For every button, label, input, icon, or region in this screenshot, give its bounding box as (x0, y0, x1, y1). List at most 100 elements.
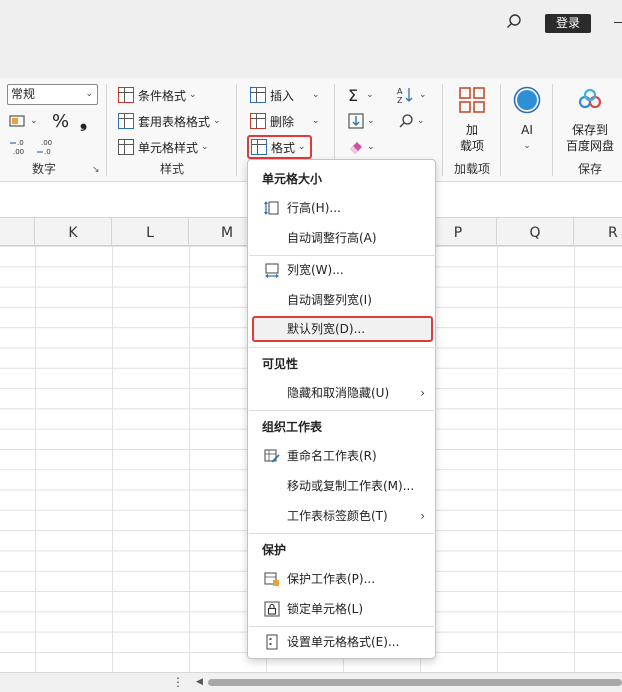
cell-styles-icon (118, 139, 134, 155)
number-format-select[interactable]: 常规 ⌄ (7, 84, 98, 105)
column-width-item[interactable]: 列宽(W)... (252, 257, 433, 283)
format-icon (251, 139, 267, 155)
autofit-column-width-item[interactable]: 自动调整列宽(I) (252, 287, 433, 313)
hide-unhide-item[interactable]: 隐藏和取消隐藏(U) › (252, 380, 433, 406)
lock-icon (264, 601, 280, 617)
tab-color-label: 工作表标签颜色(T) (287, 509, 388, 523)
svg-text:.00: .00 (41, 139, 52, 147)
horizontal-scrollbar[interactable] (208, 679, 622, 686)
chevron-down-icon: ⌄ (312, 90, 320, 100)
rename-sheet-icon (264, 449, 280, 463)
chevron-down-icon: ⌄ (367, 116, 375, 126)
save-to-baidu-button[interactable]: 保存到 百度网盘 (562, 86, 618, 154)
comma-button[interactable]: ❟ (80, 110, 87, 132)
addins-label-line1: 加 (465, 123, 478, 137)
sort-filter-button[interactable]: A Z ⌄ (396, 84, 427, 106)
accounting-format-button[interactable]: ⌄ (9, 110, 38, 132)
delete-label: 删除 (270, 114, 295, 129)
menu-divider (249, 410, 436, 411)
delete-icon (250, 113, 266, 129)
chevron-down-icon: ⌄ (30, 116, 38, 126)
ai-label: AI (521, 123, 533, 137)
svg-text:.0: .0 (17, 139, 24, 147)
format-button[interactable]: 格式 ⌄ (247, 135, 312, 159)
chevron-down-icon: ⌄ (367, 142, 375, 152)
rename-sheet-label: 重命名工作表(R) (287, 449, 377, 463)
svg-text:Z: Z (397, 96, 403, 104)
menu-divider (249, 533, 436, 534)
fill-button[interactable]: ⌄ (348, 110, 375, 132)
hide-unhide-label: 隐藏和取消隐藏(U) (287, 386, 390, 400)
decrease-decimal-icon: .00 .0 (37, 139, 52, 156)
protect-sheet-icon (264, 572, 279, 586)
row-height-item[interactable]: 行高(H)... (252, 195, 433, 221)
styles-group-label: 样式 (159, 162, 184, 176)
insert-button[interactable]: 插入 ⌄ (250, 84, 320, 106)
find-select-button[interactable]: ⌄ (398, 110, 425, 132)
menu-divider (249, 347, 436, 348)
chevron-down-icon: ⌄ (201, 142, 209, 152)
ai-button[interactable]: AI ⌄ (510, 86, 544, 154)
scroll-left-icon[interactable]: ◀ (196, 677, 203, 687)
cloud-save-icon (578, 88, 602, 109)
format-cells-item[interactable]: 设置单元格格式(E)... (252, 629, 433, 655)
format-dropdown-menu: 单元格大小 行高(H)... 自动调整行高(A) 列宽(W)... 自动调整列宽… (247, 159, 436, 659)
save-group-label: 保存 (577, 162, 602, 176)
group-divider (552, 84, 553, 176)
default-width-label: 默认列宽(D)... (287, 322, 366, 336)
menu-divider (249, 626, 436, 627)
grid-line (189, 246, 190, 672)
number-group-label: 数字 (31, 162, 56, 176)
ribbon-tabs-area (0, 44, 622, 78)
conditional-format-button[interactable]: 条件格式 ⌄ (118, 84, 197, 106)
grid-line (497, 246, 498, 672)
percent-button[interactable]: % (52, 110, 69, 132)
column-header[interactable]: R (574, 218, 622, 246)
default-width-item[interactable]: 默认列宽(D)... (252, 316, 433, 342)
addins-button[interactable]: 加 载项 (452, 86, 492, 154)
cell-styles-label: 单元格样式 (138, 140, 199, 155)
lock-cell-label: 锁定单元格(L) (287, 602, 364, 616)
sigma-icon: Σ (348, 85, 359, 105)
format-label: 格式 (271, 140, 296, 155)
protect-sheet-item[interactable]: 保护工作表(P)... (252, 566, 433, 592)
column-header-partial[interactable] (0, 218, 35, 246)
eraser-icon (350, 142, 362, 154)
svg-text:A: A (397, 87, 403, 96)
grid-line (112, 246, 113, 672)
dialog-launcher-icon[interactable]: ↘ (92, 165, 100, 175)
window-control[interactable] (614, 22, 622, 23)
group-divider (236, 84, 237, 176)
table-format-button[interactable]: 套用表格格式 ⌄ (118, 110, 221, 132)
autofit-row-height-item[interactable]: 自动调整行高(A) (252, 225, 433, 251)
search-button[interactable] (504, 12, 524, 32)
column-header[interactable]: Q (497, 218, 574, 246)
title-bar: 登录 (0, 0, 622, 44)
decrease-decimal-button[interactable]: .00 .0 (36, 136, 56, 158)
delete-button[interactable]: 删除 ⌄ (250, 110, 320, 132)
addins-icon (459, 87, 485, 113)
organize-sheets-header: 组织工作表 (262, 420, 323, 434)
more-options-icon[interactable]: ⋮ (172, 675, 184, 689)
chevron-down-icon: ⌄ (312, 116, 320, 126)
rename-sheet-item[interactable]: 重命名工作表(R) (252, 443, 433, 469)
login-button[interactable]: 登录 (545, 14, 591, 33)
clear-button[interactable]: ⌄ (348, 136, 375, 158)
autofit-column-width-label: 自动调整列宽(I) (287, 293, 372, 307)
svg-text:.00: .00 (13, 148, 24, 156)
chevron-down-icon: ⌄ (213, 116, 221, 126)
move-copy-sheet-label: 移动或复制工作表(M)... (287, 479, 415, 493)
autosum-button[interactable]: Σ ⌄ (348, 84, 374, 106)
group-divider (442, 84, 443, 176)
move-copy-sheet-item[interactable]: 移动或复制工作表(M)... (252, 473, 433, 499)
chevron-right-icon: › (420, 509, 425, 523)
chevron-down-icon: ⌄ (417, 116, 425, 126)
column-header[interactable]: L (112, 218, 189, 246)
cell-styles-button[interactable]: 单元格样式 ⌄ (118, 136, 209, 158)
addins-label-line2: 载项 (459, 139, 484, 153)
lock-cell-item[interactable]: 锁定单元格(L) (252, 596, 433, 622)
increase-decimal-button[interactable]: .0 .00 (9, 136, 29, 158)
column-header[interactable]: K (35, 218, 112, 246)
tab-color-item[interactable]: 工作表标签颜色(T) › (252, 503, 433, 529)
format-cells-label: 设置单元格格式(E)... (287, 635, 400, 649)
